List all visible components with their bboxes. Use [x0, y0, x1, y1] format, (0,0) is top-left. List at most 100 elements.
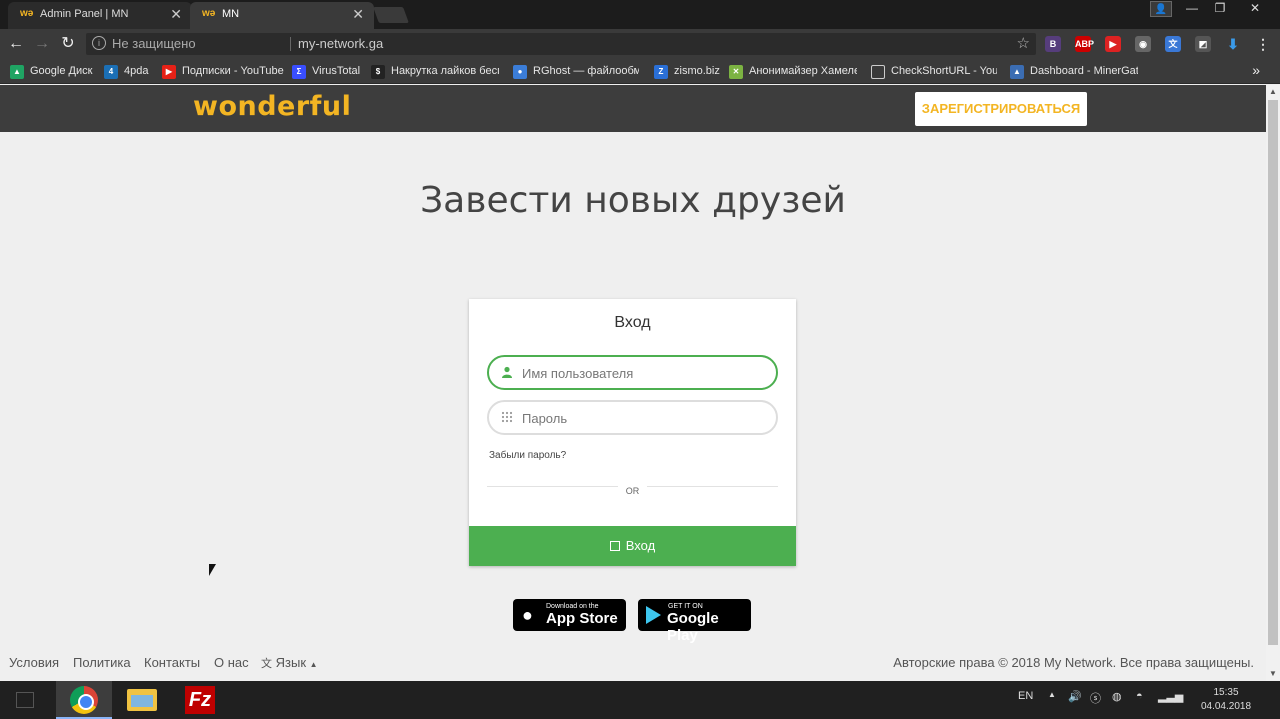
bookmark-label: Накрутка лайков бесп — [391, 65, 499, 77]
input-language[interactable]: EN — [1018, 690, 1033, 702]
bookmark-label: RGhost — файлообмен — [533, 65, 639, 77]
forgot-password-link[interactable]: Забыли пароль? — [489, 450, 566, 461]
tab-admin-panel[interactable]: wə Admin Panel | MN ✕ — [8, 2, 192, 29]
app-store-badge[interactable]: ● Download on the App Store — [513, 599, 626, 631]
scrollbar-thumb[interactable] — [1268, 100, 1278, 645]
clock-date: 04.04.2018 — [1200, 701, 1252, 712]
logo-text: wonderful — [193, 91, 352, 122]
bookmark-item[interactable]: ✕ Анонимайзер Хамелеон — [729, 64, 857, 80]
bookmark-star-icon[interactable]: ☆ — [1017, 34, 1030, 52]
tab-label: Admin Panel | MN — [40, 8, 129, 20]
taskbar-explorer[interactable] — [114, 681, 170, 719]
system-clock[interactable]: 15:35 04.04.2018 — [1196, 686, 1256, 714]
footer-link-contacts[interactable]: Контакты — [144, 655, 200, 670]
page-title: Завести новых друзей — [420, 180, 846, 221]
forward-arrow-icon[interactable]: → — [32, 34, 52, 54]
show-hidden-icons-icon[interactable]: ▲ — [1048, 690, 1056, 699]
login-button[interactable]: Вход — [469, 526, 796, 566]
or-separator: OR — [469, 481, 796, 499]
bookmark-item[interactable]: ▶ Подписки - YouTube — [162, 64, 284, 80]
taskbar-filezilla[interactable]: Fz — [172, 681, 228, 719]
info-icon[interactable]: i — [92, 36, 106, 50]
extension-b-icon[interactable]: B — [1045, 36, 1061, 52]
tab-mn[interactable]: wə MN ✕ — [190, 2, 374, 29]
back-arrow-icon[interactable]: ← — [6, 34, 26, 54]
restore-button[interactable]: ❐ — [1206, 0, 1234, 18]
discord-icon[interactable]: ◓ — [1136, 690, 1143, 702]
youtube-extension-icon[interactable]: ▶ — [1105, 36, 1121, 52]
chevron-double-right-icon[interactable]: » — [1252, 62, 1260, 78]
minimize-button[interactable]: — — [1178, 0, 1206, 18]
footer-link-privacy[interactable]: Политика — [73, 655, 131, 670]
register-button[interactable]: ЗАРЕГИСТРИРОВАТЬСЯ — [915, 92, 1087, 126]
folder-icon — [127, 689, 157, 711]
windows-taskbar: Fz EN ▲ 🔊 ⓢ ◍ ◓ ▂▃▅ 15:35 04.04.2018 — [0, 681, 1280, 719]
close-tab-icon[interactable]: ✕ — [352, 2, 364, 26]
language-selector[interactable]: 文 Язык ▲ — [261, 655, 318, 671]
username-field[interactable] — [487, 355, 778, 390]
reload-icon[interactable]: ↻ — [58, 34, 78, 54]
clock-time: 15:35 — [1213, 687, 1239, 698]
translate-extension-icon[interactable]: 文 — [1165, 36, 1181, 52]
copyright: Авторские права © 2018 My Network. Все п… — [893, 655, 1254, 670]
login-button-label: Вход — [625, 538, 656, 553]
user-icon — [502, 366, 512, 378]
bookmark-item[interactable]: $ Накрутка лайков бесп — [371, 64, 499, 80]
translate-icon: 文 — [261, 658, 272, 670]
site-header: wonderful ЗАРЕГИСТРИРОВАТЬСЯ — [0, 85, 1266, 132]
bookmark-item[interactable]: ▲ Google Диск — [10, 64, 95, 80]
bookmark-item[interactable]: 4 4pda — [104, 64, 156, 80]
url-text: my-network.ga — [298, 36, 384, 51]
google-play-icon — [646, 606, 661, 624]
extension-icon[interactable]: ◩ — [1195, 36, 1211, 52]
app-store-small-label: Download on the — [546, 603, 599, 610]
camera-icon[interactable]: ◉ — [1135, 36, 1151, 52]
username-input[interactable] — [522, 363, 762, 383]
or-label: OR — [617, 486, 648, 496]
menu-kebab-icon[interactable]: ⋮ — [1255, 36, 1271, 52]
login-title: Вход — [614, 314, 651, 331]
google-play-small-label: GET IT ON — [668, 603, 703, 610]
likes-icon: $ — [371, 65, 385, 79]
page-scrollbar[interactable]: ▲ ▼ — [1266, 85, 1280, 681]
security-status: Не защищено — [112, 36, 196, 51]
caret-up-icon: ▲ — [309, 660, 318, 669]
footer-link-about[interactable]: О нас — [214, 655, 249, 670]
network-globe-icon[interactable]: ◍ — [1112, 690, 1122, 703]
scroll-up-arrow-icon[interactable]: ▲ — [1266, 85, 1280, 99]
download-arrow-icon[interactable]: ⬇ — [1225, 36, 1241, 52]
volume-icon[interactable]: 🔊 — [1068, 690, 1082, 703]
language-label: Язык — [275, 655, 307, 670]
bookmark-item[interactable]: ● RGhost — файлообмен — [513, 64, 639, 80]
site-favicon-icon: wə — [202, 8, 216, 19]
bookmark-item[interactable]: CheckShortURL - Your — [871, 64, 997, 80]
password-input[interactable] — [522, 408, 762, 428]
close-window-button[interactable]: ✕ — [1234, 0, 1276, 18]
footer-link-terms[interactable]: Условия — [9, 655, 59, 670]
bookmark-item[interactable]: Σ VirusTotal — [292, 64, 362, 80]
password-field[interactable] — [487, 400, 778, 435]
4pda-icon: 4 — [104, 65, 118, 79]
youtube-icon: ▶ — [162, 65, 176, 79]
bookmark-label: CheckShortURL - Your — [891, 65, 997, 77]
taskbar-chrome[interactable] — [56, 681, 112, 719]
google-play-label: Google Play — [667, 610, 719, 644]
zismo-icon: Z — [654, 65, 668, 79]
apple-icon: ● — [522, 605, 533, 625]
new-tab-button[interactable] — [373, 7, 409, 23]
filezilla-icon: Fz — [185, 686, 215, 714]
adblock-plus-icon[interactable]: ABP — [1075, 36, 1094, 52]
start-icon[interactable] — [16, 692, 34, 708]
skype-icon[interactable]: ⓢ — [1090, 690, 1101, 706]
scroll-down-arrow-icon[interactable]: ▼ — [1266, 667, 1280, 681]
google-play-badge[interactable]: GET IT ON Google Play — [638, 599, 751, 644]
bookmark-item[interactable]: ▲ Dashboard - MinerGate — [1010, 64, 1138, 80]
login-card: Вход Забыли пароль? OR Вход — [469, 299, 796, 566]
signal-bars-icon[interactable]: ▂▃▅ — [1158, 690, 1183, 703]
bookmark-item[interactable]: Z zismo.biz — [654, 64, 720, 80]
site-logo[interactable]: wonderful — [193, 91, 351, 122]
profile-icon[interactable]: 👤 — [1150, 1, 1172, 17]
close-tab-icon[interactable]: ✕ — [170, 2, 182, 26]
login-icon — [609, 541, 620, 551]
address-bar[interactable]: i Не защищено my-network.ga ☆ — [86, 33, 1036, 55]
